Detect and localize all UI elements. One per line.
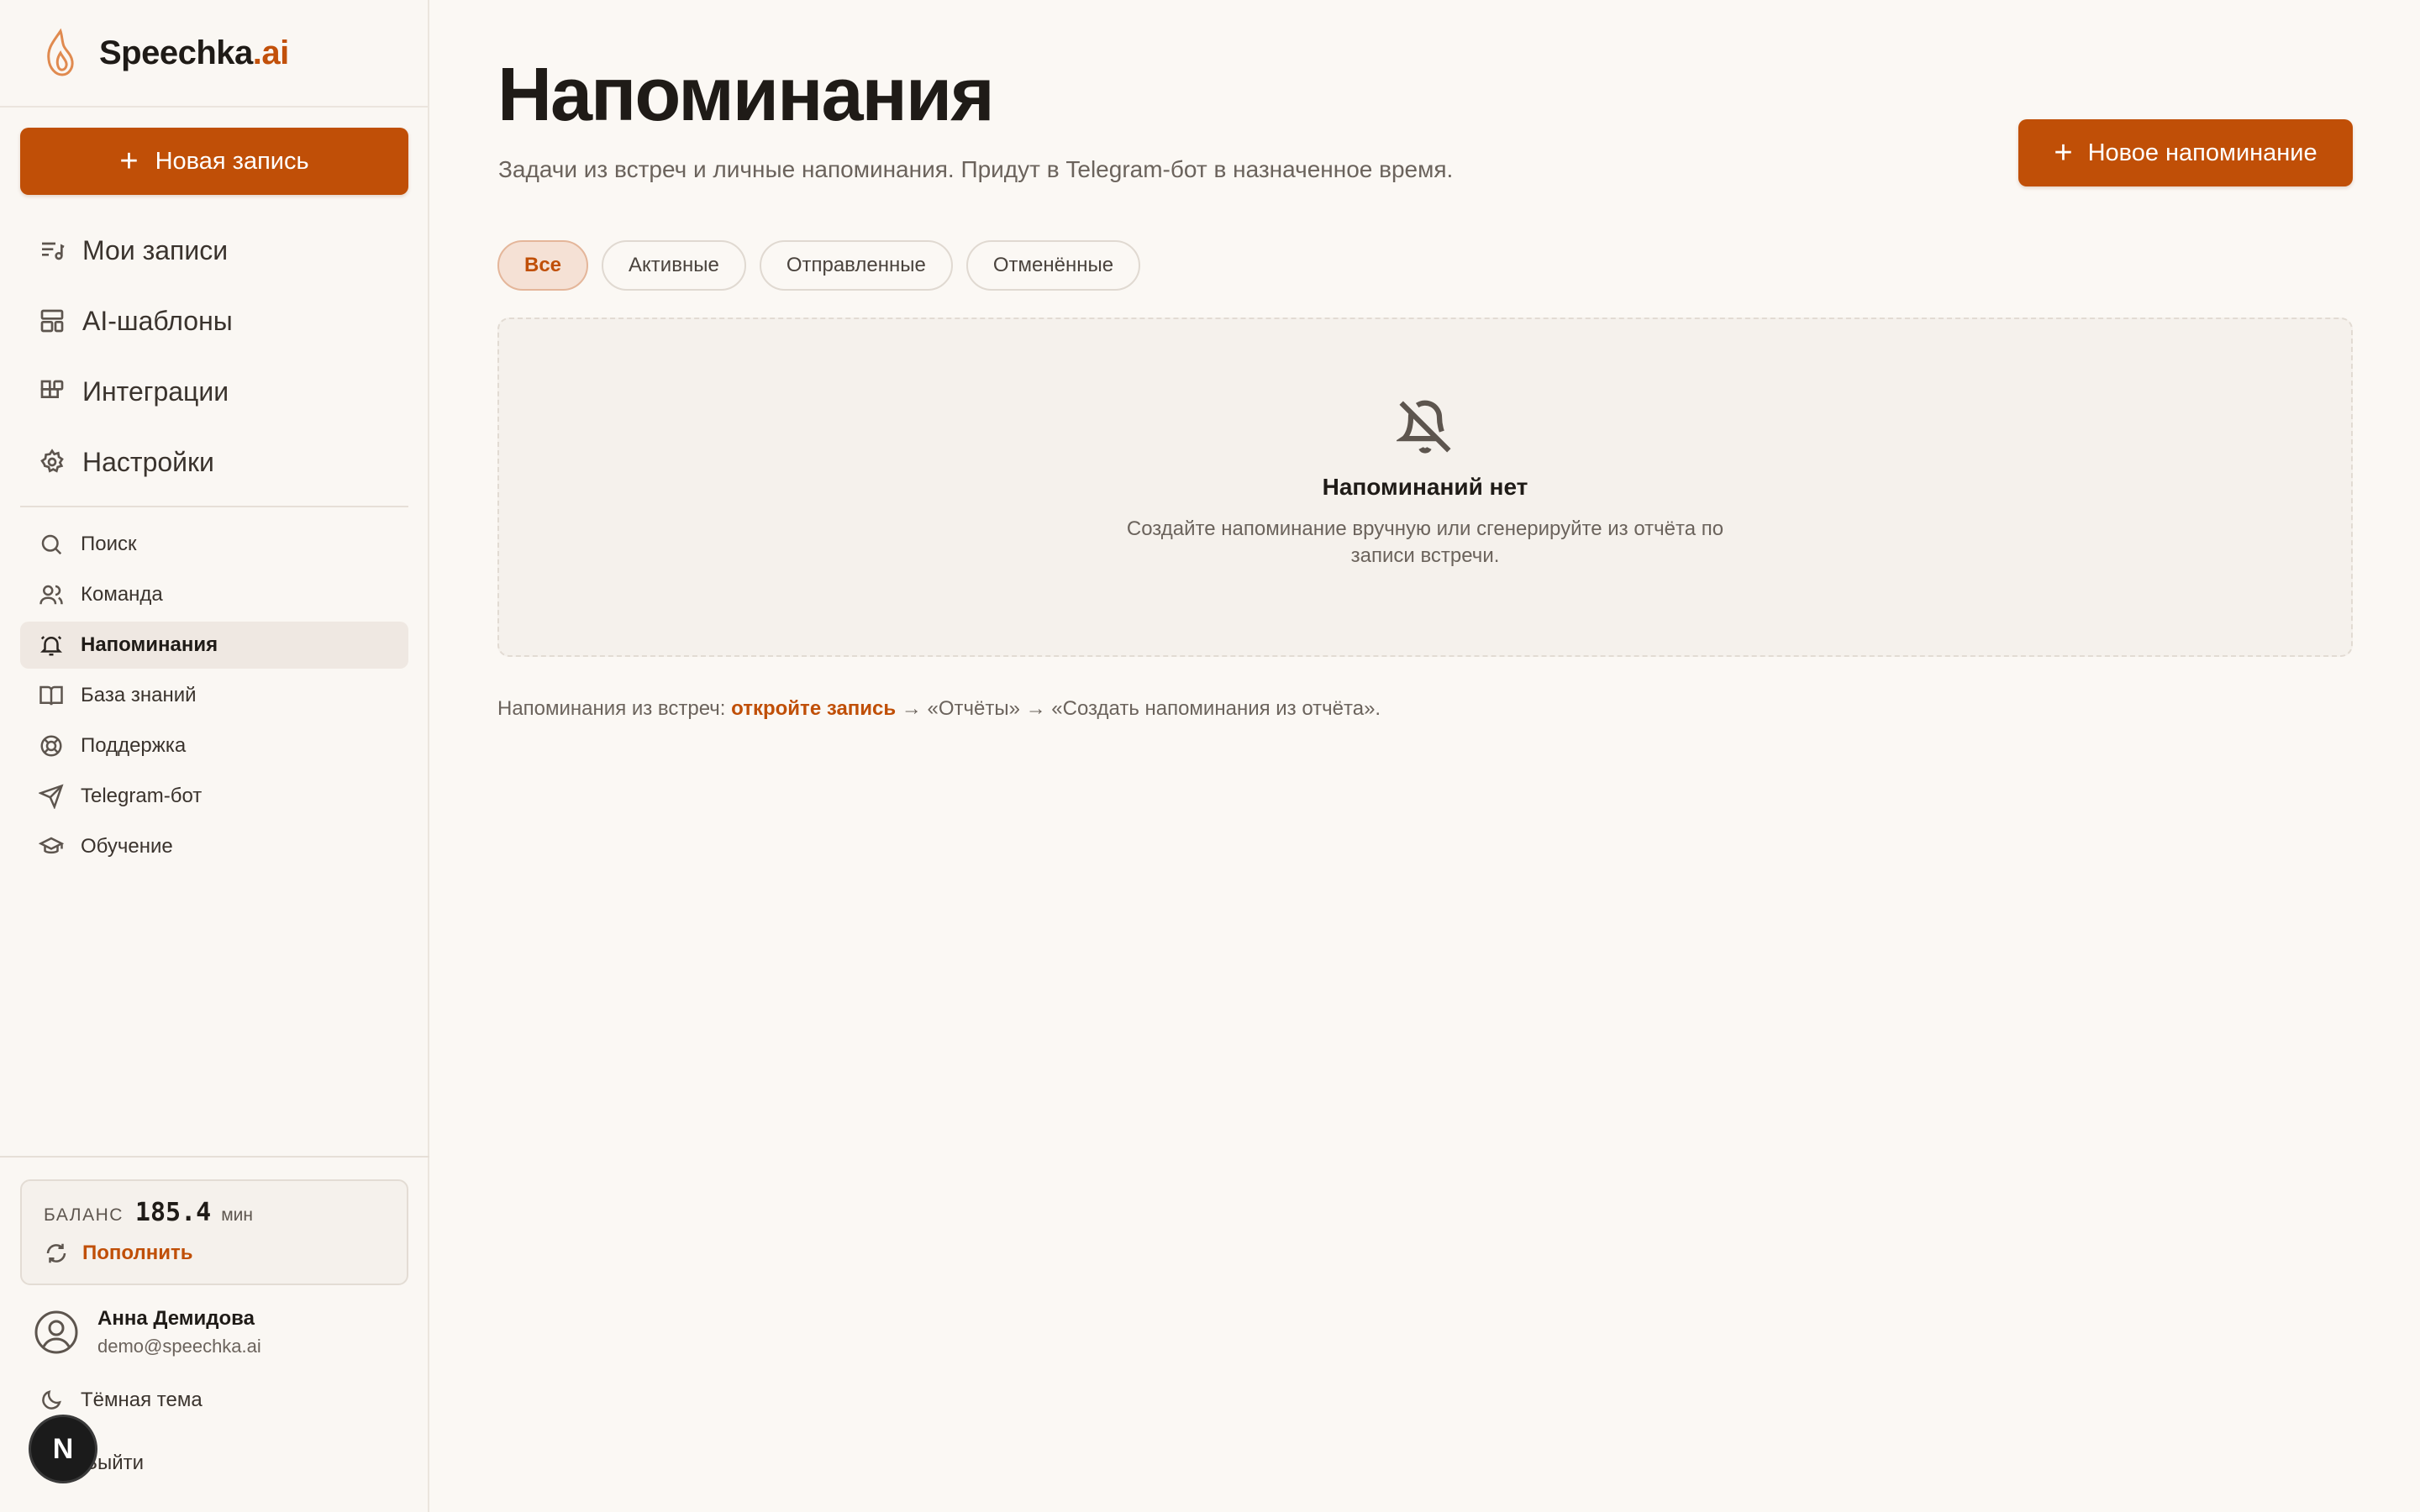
avatar [34,1310,78,1354]
nav-item-label: Мои записи [82,234,229,265]
filter-label: Все [524,254,562,276]
filter-cancelled[interactable]: Отменённые [965,240,1141,291]
new-record-label: Новая запись [155,147,309,175]
nav-item-label: Поддержка [81,734,187,757]
list-music-icon [42,242,65,260]
nav-divider [20,506,408,507]
badge-letter: N [52,1432,74,1465]
nav-item-label: Команда [81,583,163,606]
send-icon [39,784,64,809]
new-reminder-button[interactable]: + Новое напоминание [2018,119,2353,186]
secondary-nav: Поиск Команда Напоминания База знаний По… [20,521,408,874]
book-icon [39,685,63,706]
nav-item-reminders[interactable]: Напоминания [20,622,408,669]
new-record-button[interactable]: + Новая запись [20,128,408,195]
topup-button[interactable]: Пополнить [44,1241,385,1266]
nav-item-my-records[interactable]: Мои записи [20,215,408,286]
main-nav: Мои записи AI-шаблоны Интеграции Настрой… [20,215,408,497]
nav-item-support[interactable]: Поддержка [20,722,408,769]
nav-item-label: Интеграции [82,375,229,407]
gear-icon [40,449,64,473]
filter-label: Активные [629,254,719,276]
nav-item-label: Настройки [82,446,214,477]
plus-icon: + [119,144,139,179]
dev-tools-badge[interactable]: N [31,1417,95,1481]
lifebuoy-icon [40,735,62,757]
flame-logo-icon [47,28,74,76]
theme-toggle[interactable]: Тёмная тема [39,1388,203,1413]
reports-hint: Напоминания из встреч: откройте запись →… [497,697,1381,721]
user-email: demo@speechka.ai [97,1336,261,1357]
nav-item-integrations[interactable]: Интеграции [20,356,408,427]
nav-item-label: Напоминания [81,633,218,656]
filter-label: Отменённые [992,254,1114,276]
page-title: Напоминания [497,53,995,137]
empty-state-description: Создайте напоминание вручную или сгенери… [1126,517,1724,567]
nav-item-search[interactable]: Поиск [20,521,408,568]
nav-item-label: База знаний [81,684,197,706]
bell-icon [39,636,63,656]
user-name: Анна Демидова [97,1307,255,1330]
nav-item-label: AI-шаблоны [82,305,233,336]
layout-template-icon [40,309,64,333]
nav-item-settings[interactable]: Настройки [20,427,408,497]
filter-tabs: Все Активные Отправленные Отменённые [497,240,1154,291]
empty-state: Напоминаний нет Создайте напоминание вру… [497,318,2353,657]
hint-prefix: Напоминания из встреч: [497,697,732,720]
plus-icon: + [2054,135,2073,171]
open-record-link[interactable]: откройте запись [731,697,896,720]
filter-label: Отправленные [786,254,926,276]
sidebar: Speechka.ai + Новая запись Мои записи AI… [0,0,429,1512]
theme-label: Тёмная тема [81,1389,203,1411]
footer-divider [0,1156,429,1158]
page-subtitle: Задачи из встреч и личные напоминания. П… [498,156,1454,182]
users-icon [39,585,63,605]
filter-all[interactable]: Все [497,240,589,291]
search-icon [41,534,62,555]
brand-name: Speechka.ai [99,34,289,71]
balance-unit: мин [221,1205,253,1225]
empty-state-title: Напоминаний нет [1322,474,1528,500]
nav-item-team[interactable]: Команда [20,571,408,618]
balance-card: БАЛАНС 185.4 мин Пополнить [20,1179,408,1285]
blocks-icon [40,380,64,398]
balance-value: 185.4 [134,1198,212,1227]
nav-item-knowledge-base[interactable]: База знаний [20,672,408,719]
hint-suffix: → «Отчёты» → «Создать напоминания из отч… [896,697,1381,720]
moon-icon [42,1390,61,1410]
nav-item-ai-templates[interactable]: AI-шаблоны [20,286,408,356]
new-reminder-label: Новое напоминание [2087,139,2317,166]
nav-item-label: Поиск [81,533,137,555]
nav-item-label: Обучение [81,835,173,858]
balance-label: БАЛАНС [44,1205,124,1225]
filter-active[interactable]: Активные [602,240,746,291]
nav-item-training[interactable]: Обучение [20,823,408,870]
user-profile[interactable]: Анна Демидова demo@speechka.ai [34,1307,261,1357]
nav-item-telegram-bot[interactable]: Telegram-бот [20,773,408,820]
brand-header[interactable]: Speechka.ai [0,0,428,108]
filter-sent[interactable]: Отправленные [759,240,953,291]
bell-off-icon [1397,400,1451,454]
topup-label: Пополнить [82,1242,193,1264]
graduation-cap-icon [39,837,64,854]
nav-item-label: Telegram-бот [81,785,203,807]
refresh-icon [46,1243,66,1263]
